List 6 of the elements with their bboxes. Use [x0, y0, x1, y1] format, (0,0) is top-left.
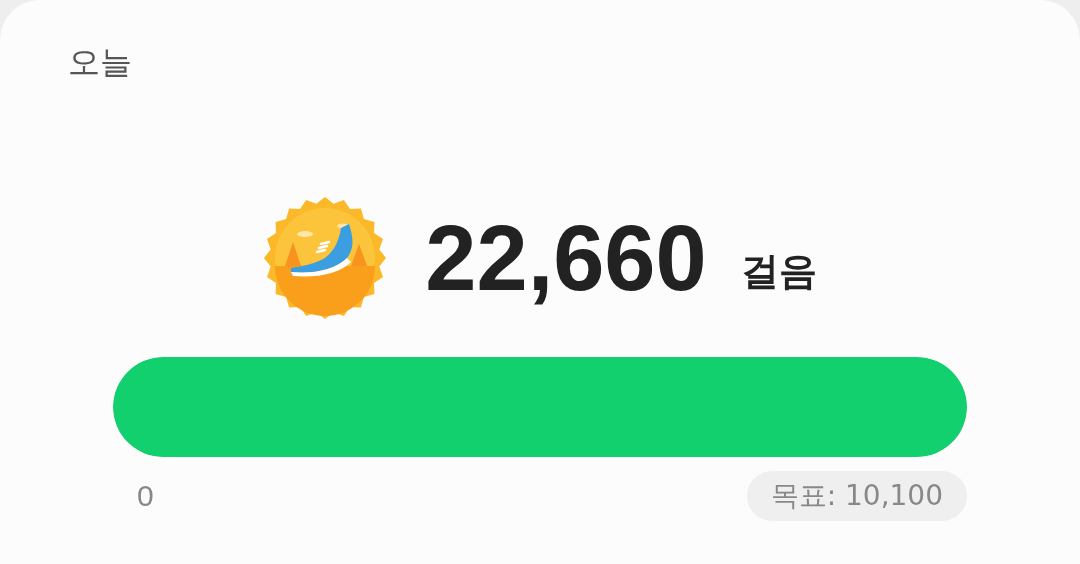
goal-label: 목표: 10,100: [746, 471, 967, 521]
shoe-badge-icon: [263, 196, 388, 320]
step-unit: 걸음: [740, 247, 817, 295]
step-count: 22,660: [425, 208, 707, 308]
card-title: 오늘: [68, 42, 132, 83]
start-label: 0: [137, 479, 154, 513]
